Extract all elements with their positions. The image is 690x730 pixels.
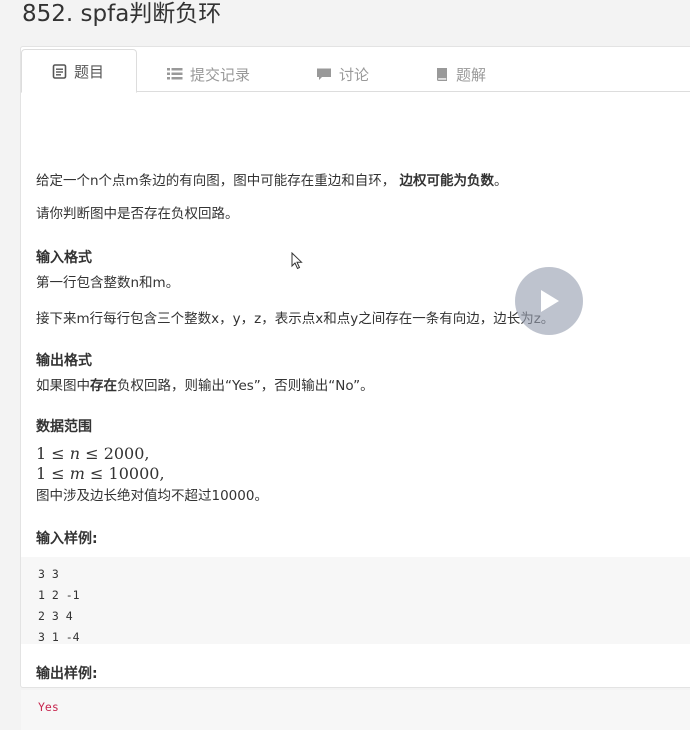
math-lhs: 1 — [36, 444, 47, 463]
description-line-2: 请你判断图中是否存在负权回路。 — [36, 206, 239, 222]
input-format-line-2: 接下来m行每行包含三个整数x，y，z，表示点x和点y之间存在一条有向边，边长为z… — [36, 311, 555, 327]
tab-bar: 题目 提交记录 讨论 题解 — [21, 47, 690, 93]
book-icon — [435, 67, 449, 82]
negative-weight-note: 边权可能为负数 — [399, 173, 495, 189]
output-format-heading: 输出格式 — [36, 353, 92, 369]
video-play-button[interactable] — [515, 267, 583, 335]
range-note: 图中涉及边长绝对值均不超过10000。 — [36, 488, 268, 504]
problem-title: 852. spfa判断负环 — [22, 1, 222, 27]
tab-problem[interactable]: 题目 — [21, 49, 138, 93]
range-constraint-n: 1 ≤ n ≤ 2000, — [36, 444, 150, 464]
tab-label: 题目 — [74, 62, 105, 81]
sample-input-block: 3 3 1 2 -1 2 3 4 3 1 -4 — [21, 557, 690, 644]
math-end: , — [144, 444, 150, 463]
tab-discussion[interactable]: 讨论 — [306, 57, 379, 91]
sample-input-line: 2 3 4 — [38, 609, 73, 623]
tab-label: 讨论 — [339, 65, 370, 84]
sample-input-line: 3 3 — [38, 567, 59, 581]
tab-solutions[interactable]: 题解 — [425, 57, 496, 91]
input-format-line-1: 第一行包含整数n和m。 — [36, 275, 180, 291]
description-line-1: 给定一个n个点m条边的有向图，图中可能存在重边和自环， 边权可能为负数。 — [36, 171, 508, 191]
document-icon — [52, 63, 67, 79]
mouse-cursor-icon — [291, 252, 303, 270]
description-end: 。 — [494, 173, 508, 189]
sample-input-heading: 输入样例: — [36, 531, 98, 547]
tab-label: 题解 — [456, 65, 487, 84]
tab-label: 提交记录 — [190, 65, 251, 84]
sample-output-heading: 输出样例: — [36, 666, 98, 682]
list-icon — [167, 67, 183, 81]
math-op: ≤ — [51, 444, 65, 463]
math-op: ≤ — [85, 444, 99, 463]
sample-output-block: Yes — [21, 690, 690, 730]
output-text-bold: 存在 — [90, 378, 117, 394]
math-var: n — [69, 444, 81, 463]
math-rhs: 10000 — [108, 464, 160, 483]
math-op: ≤ — [51, 464, 65, 483]
problem-panel: 题目 提交记录 讨论 题解 给定一个n个点m条边的有向图，图中可能存在重边和自环… — [20, 46, 690, 730]
output-text-prefix: 如果图中 — [36, 378, 90, 394]
output-format-line: 如果图中存在负权回路，则输出“Yes”，否则输出“No”。 — [36, 376, 374, 396]
range-heading: 数据范围 — [36, 419, 92, 435]
math-op: ≤ — [90, 464, 104, 483]
tab-submissions[interactable]: 提交记录 — [157, 57, 260, 91]
sample-input-line: 3 1 -4 — [38, 630, 80, 644]
range-constraint-m: 1 ≤ m ≤ 10000, — [36, 464, 165, 484]
output-text-suffix: 负权回路，则输出“Yes”，否则输出“No”。 — [117, 378, 374, 394]
comment-icon — [316, 67, 332, 81]
description-text: 给定一个n个点m条边的有向图，图中可能存在重边和自环， — [36, 173, 396, 189]
input-format-heading: 输入格式 — [36, 250, 92, 266]
math-var: m — [69, 464, 85, 483]
math-rhs: 2000 — [103, 444, 145, 463]
play-icon — [541, 290, 559, 312]
math-lhs: 1 — [36, 464, 47, 483]
sample-input-line: 1 2 -1 — [38, 588, 80, 602]
sample-output-value: Yes — [38, 700, 59, 714]
math-end: , — [159, 464, 165, 483]
